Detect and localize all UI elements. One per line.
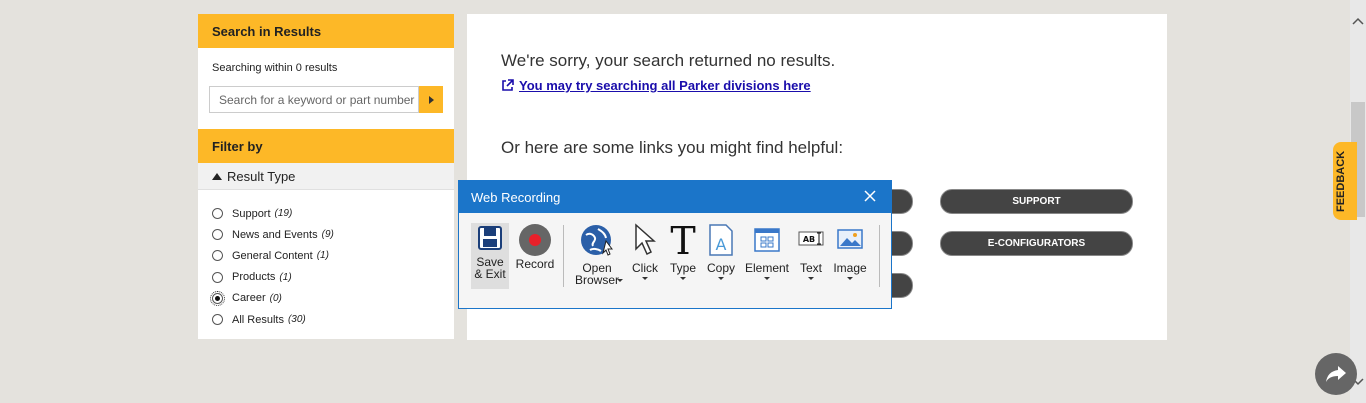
element-icon	[754, 228, 780, 252]
search-all-divisions-link[interactable]: You may try searching all Parker divisio…	[501, 78, 811, 93]
text-label: Text	[799, 261, 822, 275]
record-label: Record	[515, 257, 555, 271]
option-label: Products	[232, 271, 276, 284]
exit-label: & Exit	[474, 267, 506, 281]
option-label: Career	[232, 292, 266, 305]
radio-button[interactable]	[212, 271, 223, 283]
radio-button[interactable]	[212, 229, 223, 241]
filter-by-header: Filter by	[198, 129, 454, 163]
copy-document-icon: A	[709, 224, 733, 256]
cursor-icon	[635, 223, 656, 256]
filter-panel: Search in Results Searching within 0 res…	[198, 14, 454, 339]
option-label: General Content	[232, 249, 313, 262]
text-button[interactable]: AB Text	[795, 223, 827, 280]
option-count: (1)	[279, 271, 292, 283]
copy-label: Copy	[706, 261, 735, 275]
option-label: Support	[232, 207, 271, 220]
dropdown-caret-icon[interactable]	[642, 277, 648, 280]
search-row	[209, 86, 443, 113]
text-capture-icon: AB	[798, 231, 824, 246]
search-in-results-header: Search in Results	[198, 14, 454, 48]
open-browser-button[interactable]: Open Browser	[572, 223, 623, 287]
type-icon: T	[670, 219, 695, 263]
svg-text:A: A	[716, 235, 727, 254]
result-type-label: Result Type	[227, 168, 296, 184]
radio-button[interactable]	[212, 250, 223, 262]
dropdown-caret-icon[interactable]	[718, 277, 724, 280]
searching-within-text: Searching within 0 results	[212, 62, 338, 74]
share-arrow-icon	[1326, 366, 1346, 382]
option-count: (0)	[269, 292, 282, 304]
share-button[interactable]	[1315, 353, 1357, 395]
filter-option-career[interactable]: Career (0)	[210, 288, 454, 309]
type-label: Type	[669, 261, 696, 275]
filter-option-all-results[interactable]: All Results (30)	[212, 309, 454, 330]
dropdown-caret-icon[interactable]	[617, 279, 623, 282]
record-icon	[519, 224, 551, 256]
option-count: (9)	[321, 229, 334, 241]
dialog-titlebar: Web Recording	[459, 181, 891, 213]
copy-button[interactable]: A Copy	[704, 223, 738, 280]
element-button[interactable]: Element	[744, 223, 790, 280]
save-icon	[478, 226, 502, 250]
radio-button[interactable]	[212, 208, 223, 220]
filter-option-support[interactable]: Support (19)	[212, 203, 454, 224]
save-exit-button[interactable]: Save & Exit	[471, 223, 509, 289]
toolbar-separator	[563, 225, 564, 287]
no-results-message: We're sorry, your search returned no res…	[501, 51, 836, 70]
search-submit-button[interactable]	[419, 86, 443, 113]
filter-option-general-content[interactable]: General Content (1)	[212, 245, 454, 266]
svg-text:T: T	[670, 223, 695, 257]
image-icon	[837, 229, 863, 249]
filter-option-news-events[interactable]: News and Events (9)	[212, 224, 454, 245]
dropdown-caret-icon[interactable]	[680, 277, 686, 280]
click-label: Click	[632, 261, 658, 275]
external-link-icon	[502, 79, 514, 91]
feedback-label[interactable]: FEEDBACK	[1335, 142, 1347, 212]
toolbar-separator	[879, 225, 880, 287]
helpful-links-heading: Or here are some links you might find he…	[501, 138, 844, 157]
option-count: (19)	[274, 208, 293, 220]
search-input[interactable]	[209, 86, 419, 113]
record-button[interactable]: Record	[515, 223, 555, 270]
result-type-toggle[interactable]: Result Type	[198, 163, 454, 190]
close-icon[interactable]	[863, 189, 877, 203]
dropdown-caret-icon[interactable]	[847, 277, 853, 280]
image-label: Image	[833, 261, 867, 275]
svg-text:AB: AB	[803, 235, 815, 244]
play-arrow-icon	[428, 95, 434, 104]
option-label: News and Events	[232, 228, 318, 241]
radio-button[interactable]	[212, 314, 223, 326]
recording-toolbar: Save & Exit Record Open Browser Click T …	[459, 213, 891, 309]
image-button[interactable]: Image	[831, 223, 869, 280]
web-recording-dialog: Web Recording Save & Exit Record Open Br…	[458, 180, 892, 309]
support-button[interactable]: SUPPORT	[940, 189, 1133, 214]
link-text: You may try searching all Parker divisio…	[519, 78, 811, 93]
dialog-title: Web Recording	[471, 189, 561, 205]
option-label: All Results	[232, 313, 284, 326]
element-label: Element	[744, 261, 790, 275]
scroll-up-icon[interactable]	[1350, 14, 1366, 30]
option-count: (30)	[287, 314, 306, 326]
dropdown-caret-icon[interactable]	[808, 277, 814, 280]
collapse-arrow-icon	[212, 172, 222, 180]
filter-option-products[interactable]: Products (1)	[212, 267, 454, 288]
globe-icon	[581, 225, 613, 256]
radio-button-selected[interactable]	[210, 290, 225, 306]
dropdown-caret-icon[interactable]	[764, 277, 770, 280]
browser-label: Browser	[574, 273, 619, 287]
e-configurators-button[interactable]: E-CONFIGURATORS	[940, 231, 1133, 256]
click-button[interactable]: Click	[629, 223, 661, 280]
option-count: (1)	[316, 250, 329, 262]
type-button[interactable]: T Type	[665, 219, 701, 280]
